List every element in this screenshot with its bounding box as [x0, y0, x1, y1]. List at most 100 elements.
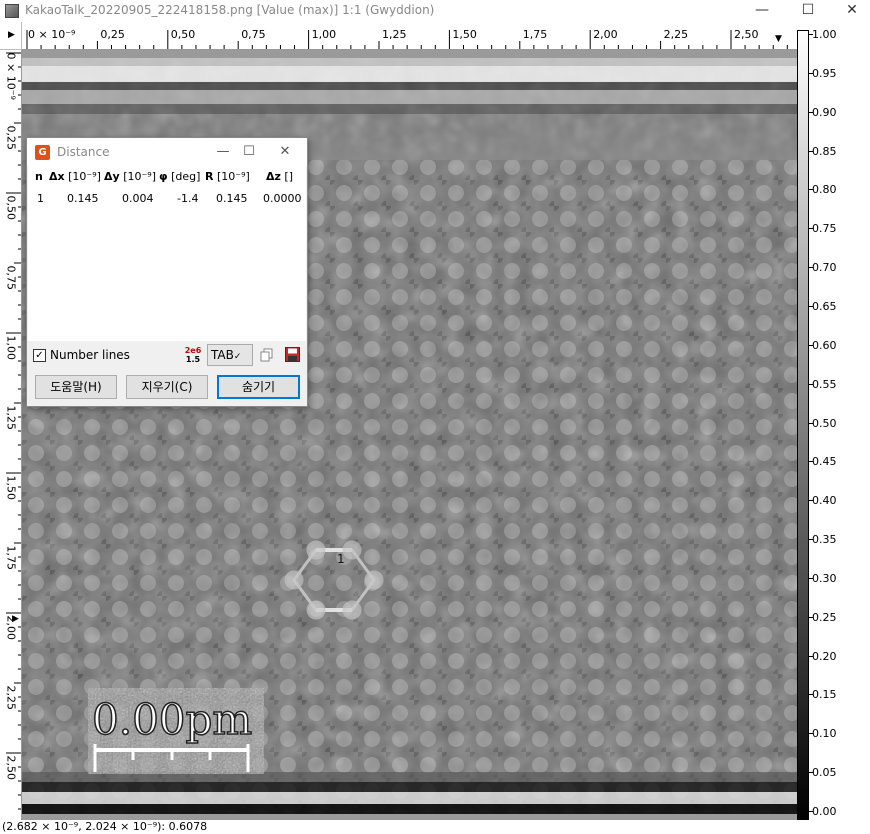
ruler-corner[interactable]: ▶ [0, 22, 22, 50]
color-scale-label: 0.95 [812, 66, 837, 80]
dialog-close-button[interactable]: ✕ [273, 142, 297, 162]
color-scale-tick [809, 655, 813, 657]
color-scale-label: 0.40 [812, 494, 837, 508]
color-scale-tick [809, 772, 813, 774]
color-scale-label: 0.05 [812, 766, 837, 780]
color-scale-tick [809, 34, 813, 35]
hide-button[interactable]: 숨기기 [217, 375, 300, 399]
color-scale-label: 0.15 [812, 688, 837, 702]
dialog-title-bar: G Distance — ☐ ✕ [27, 138, 307, 166]
color-scale-tick [809, 811, 813, 812]
number-lines-label[interactable]: Number lines [50, 348, 130, 362]
app-icon [5, 4, 19, 18]
h-ruler-tick-label: 2,00 [593, 28, 618, 41]
color-scale-tick [809, 344, 813, 346]
color-scale-tick [809, 228, 813, 230]
number-format-icon[interactable]: 2e6 1.5 [184, 346, 202, 366]
col-n: n [35, 170, 43, 183]
v-ruler-tick-label: 1,50 [4, 475, 18, 501]
h-ruler-tick-label: 0,50 [170, 28, 196, 41]
color-scale-label: 0.10 [812, 727, 837, 741]
color-scale-tick [809, 577, 813, 579]
color-scale-label: 0.65 [812, 299, 837, 313]
window-title: KakaoTalk_20220905_222418158.png [Value … [25, 3, 435, 17]
color-scale-tick [809, 733, 813, 735]
col-dx: Δx [10⁻⁹] [49, 170, 101, 183]
ruler-corner-arrow-icon: ▶ [8, 30, 15, 40]
col-phi: φ [deg] [159, 170, 201, 183]
h-ruler-tick-label: 1,50 [452, 28, 477, 41]
cell-r: 0.145 [216, 192, 248, 205]
measurement-marker-label: 1 [337, 552, 345, 566]
h-ruler-tick-label: 0,75 [241, 28, 266, 41]
v-ruler-tick-label: 1,25 [4, 405, 18, 431]
v-ruler-tick-label: 2,50 [4, 755, 18, 781]
cell-dz: 0.0000 [263, 192, 302, 205]
distance-table: n Δx [10⁻⁹] Δy [10⁻⁹] φ [deg] R [10⁻⁹] Δ… [28, 166, 306, 341]
title-bar: KakaoTalk_20220905_222418158.png [Value … [0, 0, 870, 22]
color-scale-label: 0.00 [812, 805, 837, 818]
status-bar: (2.682 × 10⁻⁹, 2.024 × 10⁻⁹): 0.6078 [0, 820, 870, 834]
cell-dx: 0.145 [67, 192, 99, 205]
color-scale-label: 0.85 [812, 144, 837, 158]
color-scale-label: 0.60 [812, 338, 837, 352]
color-scale-tick [809, 305, 813, 307]
h-ruler-unit: 0 × 10⁻⁹ [28, 28, 76, 41]
color-scale-tick [809, 616, 813, 618]
dialog-minimize-button[interactable]: — [211, 142, 235, 162]
color-scale-label: 0.75 [812, 222, 837, 236]
h-ruler-tick-label: 0,25 [100, 28, 125, 41]
color-scale-tick [809, 539, 813, 541]
scale-bar-label: 0.00pm [92, 695, 252, 744]
color-scale-label: 0.50 [812, 416, 837, 430]
color-scale-tick [809, 422, 813, 424]
help-button[interactable]: 도움말(H) [35, 375, 117, 399]
horizontal-ruler: 0 × 10⁻⁹ ▼ 0,25 0,50 0,75 1,00 1,25 1,50 1,75 2… [22, 22, 809, 50]
clear-button[interactable]: 지우기(C) [126, 375, 208, 399]
color-scale-bar [797, 30, 809, 820]
dialog-maximize-button[interactable]: ☐ [237, 142, 261, 162]
h-ruler-position-marker-icon: ▼ [775, 34, 782, 44]
vertical-ruler: 0 × 10⁻⁹ ▶ 0,25 0,50 0,75 1,00 1,25 1,50 1,75 2… [0, 50, 22, 820]
close-button[interactable]: ✕ [832, 0, 870, 22]
color-scale-tick [809, 267, 813, 269]
h-ruler-tick-label: 1,75 [522, 28, 548, 41]
maximize-button[interactable]: ☐ [788, 0, 828, 22]
color-scale-tick [809, 383, 813, 385]
minimize-button[interactable]: — [742, 0, 782, 22]
h-ruler-tick-label: 2,50 [734, 28, 759, 41]
number-lines-checkbox[interactable]: ✓ [33, 349, 46, 362]
color-scale-tick [809, 461, 813, 463]
color-scale-label: 0.80 [812, 183, 837, 197]
v-ruler-tick-label: 0,75 [4, 265, 18, 291]
h-ruler-tick-label: 1,25 [382, 28, 407, 41]
color-scale-tick [809, 72, 813, 74]
color-scale-tick [809, 500, 813, 502]
h-ruler-tick-label: 1,00 [311, 28, 337, 41]
col-dy: Δy [10⁻⁹] [104, 170, 156, 183]
color-scale-label: 0.55 [812, 377, 837, 391]
v-ruler-tick-label: 2,25 [4, 685, 18, 711]
gwyddion-icon: G [35, 145, 50, 160]
scale-bar: 0.00pm [88, 688, 264, 774]
v-ruler-tick-label: 0,50 [4, 195, 18, 221]
color-scale-tick [809, 694, 813, 696]
cell-n: 1 [37, 192, 44, 205]
color-scale-tick [809, 111, 813, 113]
v-ruler-tick-label: 0,25 [4, 125, 18, 151]
color-scale-tick [809, 150, 813, 152]
color-scale-label: 0.30 [812, 571, 837, 585]
dialog-title: Distance [57, 145, 110, 159]
color-scale-label: 0.20 [812, 649, 837, 663]
color-scale-label: 0.70 [812, 261, 837, 275]
cell-dy: 0.004 [122, 192, 154, 205]
separator-select[interactable]: TAB✓ [207, 344, 253, 366]
copy-icon[interactable] [260, 348, 274, 362]
distance-dialog: G Distance — ☐ ✕ n Δx [10⁻⁹] Δy [10⁻⁹] φ… [26, 137, 308, 407]
save-icon[interactable] [285, 347, 300, 362]
dialog-options-row: ✓ Number lines 2e6 1.5 TAB✓ [28, 342, 306, 370]
col-r: R [10⁻⁹] [205, 170, 250, 183]
color-scale-label: 0.45 [812, 455, 837, 469]
v-ruler-tick-label: 2,00 [4, 615, 18, 641]
v-ruler-tick-label: 1,00 [4, 335, 18, 361]
